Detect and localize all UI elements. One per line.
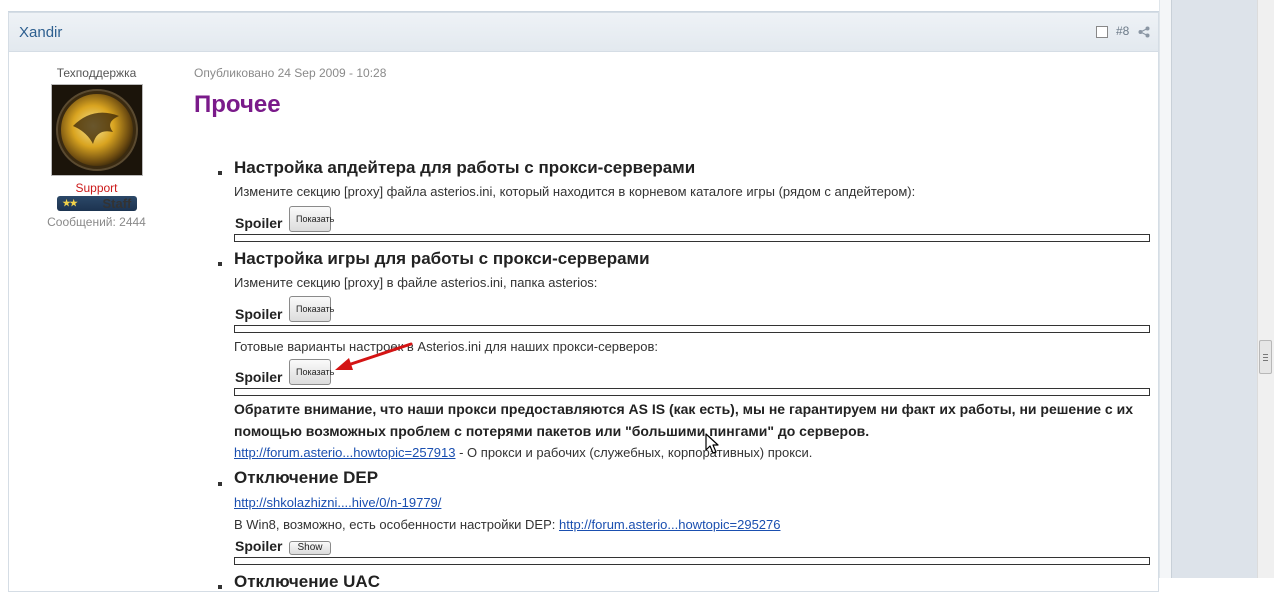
group-name: Support xyxy=(75,181,118,195)
author-pane: Техподдержка Support ★★ Staff Сообщений:… xyxy=(29,65,164,229)
avatar[interactable] xyxy=(50,84,143,176)
scrollbar-thumb[interactable] xyxy=(1259,340,1272,374)
post-count: Сообщений: 2444 xyxy=(47,215,146,229)
author-name-link[interactable]: Xandir xyxy=(19,24,62,41)
proxy-notice: Обратите внимание, что наши прокси предо… xyxy=(234,401,1134,439)
dep-win8-line: В Win8, возможно, есть особенности настр… xyxy=(234,517,781,532)
spoiler-label: Spoiler xyxy=(235,538,283,554)
spoiler-show-button[interactable]: Показать xyxy=(289,359,334,385)
section-title-uac: Отключение UAC xyxy=(234,572,380,591)
bullet-icon xyxy=(218,171,222,175)
forum-post: Xandir #8 Техподдержка Support ★★ Staff … xyxy=(8,12,1159,592)
select-post-checkbox[interactable] xyxy=(1096,26,1108,38)
staff-badge: ★★ Staff xyxy=(56,196,137,211)
page-top-strip xyxy=(8,0,1159,12)
section-title-dep: Отключение DEP xyxy=(234,468,379,487)
spoiler-content-box xyxy=(234,325,1150,333)
post-heading: Прочее xyxy=(194,91,281,118)
spoiler-content-box xyxy=(234,557,1150,565)
bullet-icon xyxy=(218,482,222,486)
dep-win8-text: В Win8, возможно, есть особенности настр… xyxy=(234,517,559,532)
author-title: Техподдержка xyxy=(56,66,137,80)
spoiler-show-button[interactable]: Show xyxy=(289,541,331,555)
post-header: Xandir #8 xyxy=(9,13,1158,52)
spoiler-show-button[interactable]: Показать xyxy=(289,206,334,232)
section-text-updater-proxy: Измените секцию [proxy] файла asterios.i… xyxy=(234,184,916,199)
bullet-icon xyxy=(218,585,222,589)
scrollbar-track[interactable] xyxy=(1257,0,1274,578)
bullet-icon xyxy=(218,262,222,266)
published-date: Опубликовано 24 Sep 2009 - 10:28 xyxy=(194,66,387,80)
spoiler-show-button[interactable]: Показать xyxy=(289,296,334,322)
left-gutter xyxy=(0,0,8,578)
spoiler-label: Spoiler xyxy=(235,215,283,231)
spoiler-label: Spoiler xyxy=(235,369,283,385)
section-title-game-proxy: Настройка игры для работы с прокси-серве… xyxy=(234,249,650,268)
red-arrow-annotation-icon xyxy=(335,342,413,370)
post-number-link[interactable]: #8 xyxy=(1116,24,1129,38)
dep-link-line: http://shkolazhizni....hive/0/n-19779/ xyxy=(234,495,441,510)
section-title-updater-proxy: Настройка апдейтера для работы с прокси-… xyxy=(234,158,696,177)
proxy-info-line: http://forum.asterio...howtopic=257913 -… xyxy=(234,445,812,460)
rank-stars-icon: ★★ xyxy=(62,198,78,208)
spoiler-content-box xyxy=(234,388,1150,396)
spoiler-content-box xyxy=(234,234,1150,242)
staff-badge-label: Staff xyxy=(102,196,132,211)
side-panel xyxy=(1171,0,1257,578)
share-icon[interactable] xyxy=(1138,26,1150,38)
dep-topic-link[interactable]: http://forum.asterio...howtopic=295276 xyxy=(559,517,781,532)
section-text-game-proxy: Измените секцию [proxy] в файле asterios… xyxy=(234,275,598,290)
proxy-topic-link[interactable]: http://forum.asterio...howtopic=257913 xyxy=(234,445,456,460)
section-text-ready-configs: Готовые варианты настроек в Asterios.ini… xyxy=(234,339,658,354)
avatar-emblem-icon xyxy=(52,86,141,174)
proxy-info-text: - О прокси и рабочих (служебных, корпора… xyxy=(455,445,813,460)
right-gap xyxy=(1159,0,1171,578)
mouse-cursor-icon xyxy=(705,433,719,454)
spoiler-label: Spoiler xyxy=(235,306,283,322)
dep-article-link[interactable]: http://shkolazhizni....hive/0/n-19779/ xyxy=(234,495,441,510)
